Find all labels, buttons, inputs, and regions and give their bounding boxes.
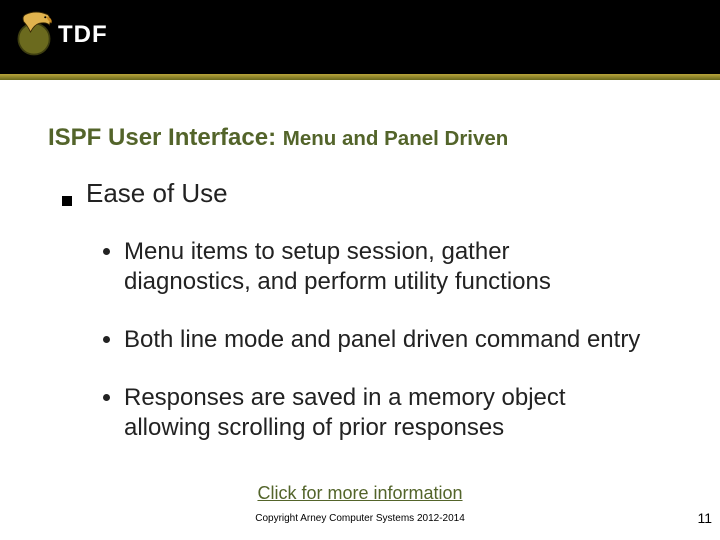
bullet-list: Menu items to setup session, gather diag… bbox=[124, 237, 672, 443]
section-heading-row: Ease of Use bbox=[62, 178, 672, 209]
section-heading: Ease of Use bbox=[86, 178, 228, 209]
list-item: Menu items to setup session, gather diag… bbox=[124, 237, 642, 297]
logo: TDF bbox=[8, 6, 108, 58]
list-item: Both line mode and panel driven command … bbox=[124, 325, 642, 355]
more-info-link[interactable]: Click for more information bbox=[0, 483, 720, 504]
title-sub: Menu and Panel Driven bbox=[283, 127, 509, 150]
copyright-text: Copyright Arney Computer Systems 2012-20… bbox=[0, 513, 720, 524]
page-number: 11 bbox=[697, 510, 712, 526]
eagle-icon bbox=[8, 6, 60, 58]
logo-text: TDF bbox=[58, 21, 108, 49]
title-main: ISPF User Interface: bbox=[48, 124, 276, 151]
page-title: ISPF User Interface: Menu and Panel Driv… bbox=[48, 124, 672, 152]
slide-body: ISPF User Interface: Menu and Panel Driv… bbox=[0, 80, 720, 443]
slide: TDF ISPF User Interface: Menu and Panel … bbox=[0, 0, 720, 540]
list-item: Responses are saved in a memory object a… bbox=[124, 383, 642, 443]
square-bullet-icon bbox=[62, 196, 72, 206]
header-bar: TDF bbox=[0, 0, 720, 80]
accent-bar bbox=[0, 74, 720, 80]
logo-shadow bbox=[14, 66, 104, 74]
